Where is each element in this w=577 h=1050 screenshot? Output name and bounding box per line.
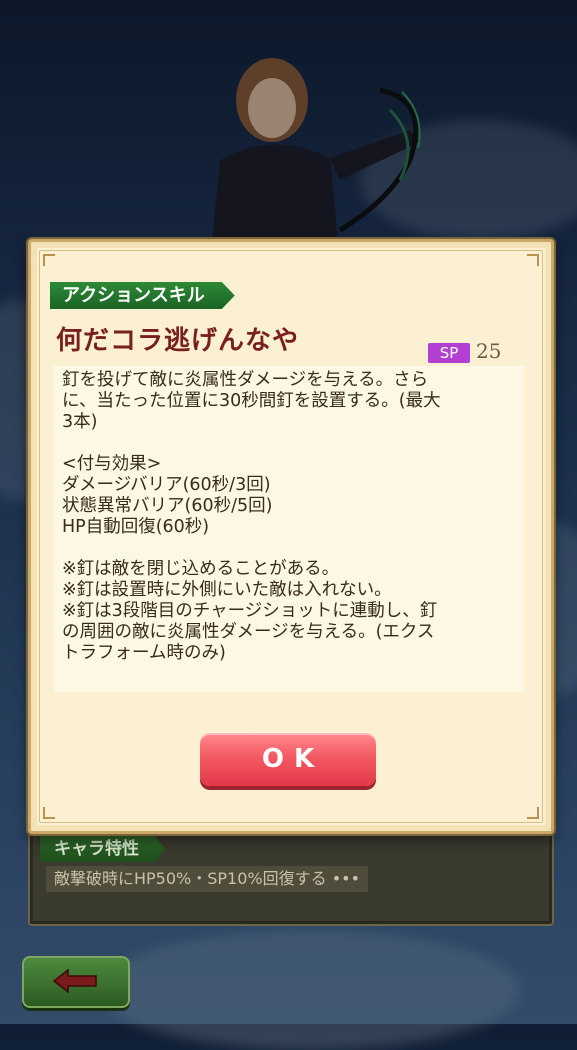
description-line: トラフォーム時のみ) — [62, 643, 226, 663]
skill-name: 何だコラ逃げんなや — [56, 326, 300, 356]
description-line: ※釘は3段階目のチャージショットに連動し、釘 — [62, 601, 438, 621]
back-button[interactable] — [22, 956, 130, 1008]
description-line: ダメージバリア(60秒/3回) — [62, 475, 271, 495]
description-line: <付与効果> — [62, 454, 162, 474]
sp-cost-value: 25 — [476, 339, 502, 363]
description-line: に、当たった位置に30秒間釘を設置する。(最大 — [62, 391, 441, 411]
description-line: HP自動回復(60秒) — [62, 517, 210, 537]
description-line: 釘を投げて敵に炎属性ダメージを与える。さら — [62, 370, 429, 390]
description-line: の周囲の敵に炎属性ダメージを与える。(エクス — [62, 622, 435, 642]
description-line: ※釘は設置時に外側にいた敵は入れない。 — [62, 580, 392, 600]
left-arrow-icon — [52, 968, 97, 994]
trait-tab-label: キャラ特性 — [40, 836, 165, 862]
skill-type-tag: アクションスキル — [50, 282, 235, 309]
description-line: ※釘は敵を閉じ込めることがある。 — [62, 559, 340, 579]
ok-button[interactable]: OK — [200, 733, 376, 786]
description-line: 状態異常バリア(60秒/5回) — [62, 496, 273, 516]
description-line: 3本) — [62, 412, 98, 432]
trait-description: 敵撃破時にHP50%・SP10%回復する ••• — [46, 866, 369, 892]
sp-badge: SP — [428, 343, 470, 363]
